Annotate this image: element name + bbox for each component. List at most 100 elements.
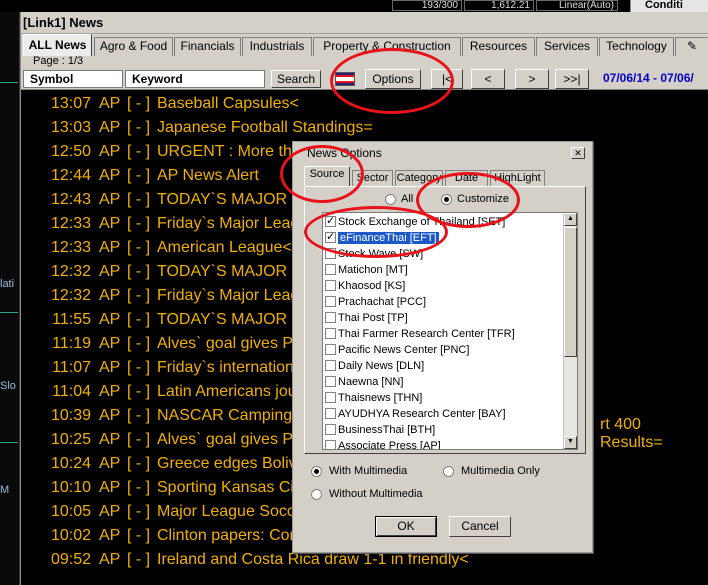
- background-value-cell: 1,612.21: [464, 0, 534, 11]
- tab-edit-icon[interactable]: ✎: [675, 37, 708, 56]
- last-page-button[interactable]: >>|: [555, 69, 589, 89]
- all-radio[interactable]: [385, 194, 396, 205]
- news-headline: TODAY`S MAJOR: [157, 311, 288, 328]
- news-bracket: [ - ]: [127, 335, 151, 352]
- news-bracket: [ - ]: [127, 311, 151, 328]
- source-item[interactable]: Matichon [MT]: [325, 263, 408, 279]
- news-headline: Friday`s Major Leag: [157, 287, 300, 304]
- news-headline: Japanese Football Standings=: [157, 119, 373, 136]
- annotation-circle-source-tab: [280, 145, 364, 203]
- source-item[interactable]: Prachachat [PCC]: [325, 295, 426, 311]
- background-value-cell: Linear(Auto): [536, 0, 618, 11]
- source-checkbox[interactable]: [325, 360, 336, 371]
- cancel-button[interactable]: Cancel: [449, 516, 511, 537]
- news-time: 12:50: [51, 143, 92, 160]
- tab-agro-food[interactable]: Agro & Food: [94, 37, 173, 56]
- scroll-down-icon[interactable]: ▼: [564, 436, 577, 449]
- source-label: BusinessThai [BTH]: [338, 424, 436, 436]
- news-headline: TODAY`S MAJOR: [157, 191, 288, 208]
- search-button[interactable]: Search: [271, 70, 321, 88]
- news-bracket: [ - ]: [127, 431, 151, 448]
- ok-button[interactable]: OK: [375, 516, 437, 537]
- tab-services[interactable]: Services: [536, 37, 598, 56]
- multimedia-only-radio[interactable]: [443, 466, 454, 477]
- tab-technology[interactable]: Technology: [599, 37, 674, 56]
- news-bracket: [ - ]: [127, 215, 151, 232]
- background-fragment: Slo: [0, 380, 16, 392]
- source-checkbox[interactable]: [325, 328, 336, 339]
- source-item[interactable]: Pacific News Center [PNC]: [325, 343, 469, 359]
- next-page-button[interactable]: >: [515, 69, 549, 89]
- news-source: AP: [99, 263, 121, 280]
- tab-industrials[interactable]: Industrials: [242, 37, 312, 56]
- news-headline: Alves` goal gives Po: [157, 335, 302, 352]
- source-checkbox[interactable]: [325, 408, 336, 419]
- source-item[interactable]: Associate Press [AP]: [325, 439, 441, 450]
- source-checkbox[interactable]: [325, 344, 336, 355]
- news-source: AP: [99, 335, 121, 352]
- news-time: 12:33: [51, 239, 92, 256]
- annotation-circle-options: [330, 48, 454, 114]
- news-source: AP: [99, 167, 121, 184]
- tab-resources[interactable]: Resources: [462, 37, 535, 56]
- source-label: Matichon [MT]: [338, 264, 408, 276]
- source-checkbox[interactable]: [325, 376, 336, 387]
- close-icon[interactable]: ✕: [571, 147, 585, 159]
- source-checkbox[interactable]: [325, 280, 336, 291]
- prev-page-button[interactable]: <: [471, 69, 505, 89]
- source-item[interactable]: Thaisnews [THN]: [325, 391, 422, 407]
- source-checkbox[interactable]: [325, 424, 336, 435]
- news-source: AP: [99, 143, 121, 160]
- news-source: AP: [99, 239, 121, 256]
- source-label: AYUDHYA Research Center [BAY]: [338, 408, 506, 420]
- news-row[interactable]: 13:03 AP [ - ] Japanese Football Standings=: [21, 116, 708, 140]
- listbox-scrollbar[interactable]: ▲ ▼: [563, 213, 577, 449]
- source-label: Thai Farmer Research Center [TFR]: [338, 328, 515, 340]
- source-item[interactable]: Thai Farmer Research Center [TFR]: [325, 327, 515, 343]
- news-source: AP: [99, 431, 121, 448]
- tab-all-news[interactable]: ALL News: [23, 34, 92, 56]
- news-source: AP: [99, 503, 121, 520]
- source-label: Pacific News Center [PNC]: [338, 344, 470, 356]
- source-checkbox[interactable]: [325, 440, 336, 449]
- news-time: 12:44: [51, 167, 92, 184]
- news-bracket: [ - ]: [127, 455, 151, 472]
- source-item[interactable]: AYUDHYA Research Center [BAY]: [325, 407, 506, 423]
- source-item[interactable]: Thai Post [TP]: [325, 311, 408, 327]
- source-checkbox[interactable]: [325, 392, 336, 403]
- news-time: 12:33: [51, 215, 92, 232]
- background-value-cell: 193/300: [392, 0, 462, 11]
- symbol-field[interactable]: Symbol: [23, 70, 123, 88]
- news-bracket: [ - ]: [127, 287, 151, 304]
- source-item[interactable]: Daily News [DLN]: [325, 359, 424, 375]
- news-headline: Alves` goal gives Po: [157, 431, 302, 448]
- source-checkbox[interactable]: [325, 312, 336, 323]
- news-time: 10:10: [51, 479, 92, 496]
- source-checkbox[interactable]: [325, 264, 336, 275]
- scroll-up-icon[interactable]: ▲: [564, 213, 577, 226]
- without-multimedia-radio[interactable]: [311, 489, 322, 500]
- source-label: Associate Press [AP]: [338, 440, 441, 450]
- news-time: 12:32: [51, 263, 92, 280]
- source-checkbox[interactable]: [325, 296, 336, 307]
- news-bracket: [ - ]: [127, 479, 151, 496]
- news-headline: NASCAR Camping: [157, 407, 293, 424]
- source-item[interactable]: Naewna [NN]: [325, 375, 403, 391]
- news-bracket: [ - ]: [127, 383, 151, 400]
- multimedia-only-label: Multimedia Only: [461, 465, 540, 477]
- news-source: AP: [99, 359, 121, 376]
- keyword-field[interactable]: Keyword: [125, 70, 265, 88]
- source-item[interactable]: Khaosod [KS]: [325, 279, 405, 295]
- news-time: 11:19: [52, 335, 91, 352]
- news-bracket: [ - ]: [127, 167, 151, 184]
- tab-financials[interactable]: Financials: [174, 37, 241, 56]
- news-bracket: [ - ]: [127, 239, 151, 256]
- news-source: AP: [99, 527, 121, 544]
- with-multimedia-radio[interactable]: [311, 466, 322, 477]
- news-bracket: [ - ]: [127, 263, 151, 280]
- source-item[interactable]: BusinessThai [BTH]: [325, 423, 435, 439]
- news-source: AP: [99, 407, 121, 424]
- news-time: 11:04: [52, 383, 91, 400]
- scroll-thumb[interactable]: [564, 227, 577, 357]
- news-time: 11:55: [52, 311, 91, 328]
